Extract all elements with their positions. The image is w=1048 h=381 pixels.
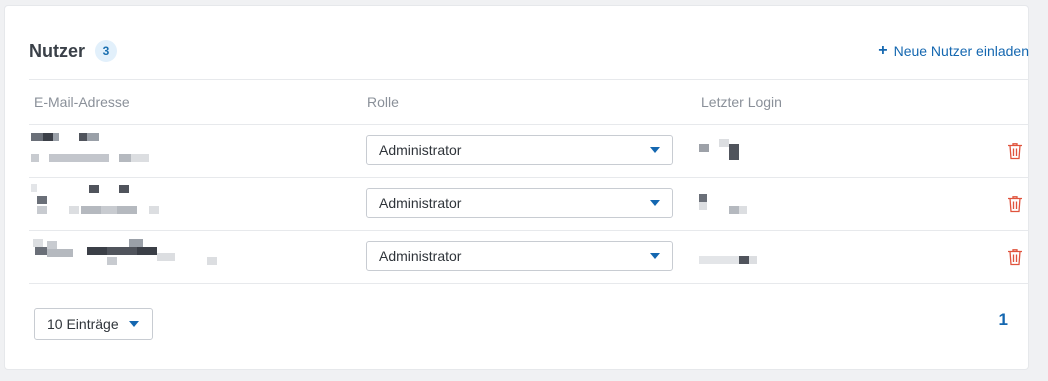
- page-size-value: 10 Einträge: [47, 316, 119, 332]
- divider: [29, 79, 1029, 80]
- page-size-select[interactable]: 10 Einträge: [34, 308, 153, 340]
- role-select[interactable]: Administrator: [366, 188, 673, 218]
- role-select-value: Administrator: [379, 142, 462, 158]
- invite-users-button[interactable]: + Neue Nutzer einladen: [878, 42, 1029, 60]
- trash-icon[interactable]: [1007, 248, 1023, 266]
- chevron-down-icon: [650, 200, 660, 206]
- plus-icon: +: [878, 42, 888, 59]
- trash-icon[interactable]: [1007, 142, 1023, 160]
- pagination-page-1[interactable]: 1: [999, 310, 1008, 330]
- email-redacted: [29, 125, 229, 175]
- column-header-role[interactable]: Rolle: [367, 94, 399, 110]
- column-header-email[interactable]: E-Mail-Adresse: [34, 94, 130, 110]
- last-login-redacted: [699, 245, 799, 275]
- page-title: Nutzer: [29, 40, 86, 61]
- title-group: Nutzer 3: [29, 40, 118, 62]
- role-select[interactable]: Administrator: [366, 241, 673, 271]
- role-select-value: Administrator: [379, 195, 462, 211]
- chevron-down-icon: [650, 253, 660, 259]
- chevron-down-icon: [129, 321, 139, 327]
- last-login-redacted: [699, 192, 799, 222]
- role-select-value: Administrator: [379, 248, 462, 264]
- table-row: Administrator: [29, 178, 1029, 231]
- table-row: Administrator: [29, 231, 1029, 284]
- email-redacted: [29, 231, 229, 281]
- role-select[interactable]: Administrator: [366, 135, 673, 165]
- chevron-down-icon: [650, 147, 660, 153]
- column-header-last-login[interactable]: Letzter Login: [701, 94, 782, 110]
- invite-users-label: Neue Nutzer einladen: [893, 43, 1029, 59]
- divider: [29, 283, 1029, 284]
- email-redacted: [29, 178, 229, 228]
- table-row: Administrator: [29, 125, 1029, 178]
- last-login-redacted: [699, 139, 799, 169]
- card-header: Nutzer 3 + Neue Nutzer einladen: [29, 33, 1029, 69]
- trash-icon[interactable]: [1007, 195, 1023, 213]
- user-count-badge: 3: [95, 40, 118, 62]
